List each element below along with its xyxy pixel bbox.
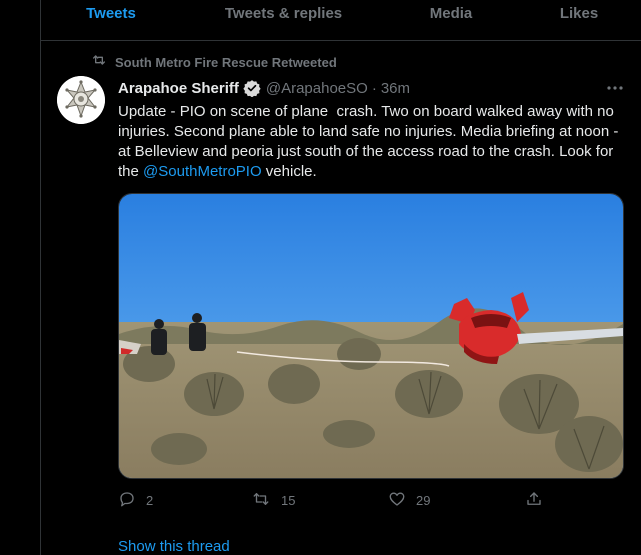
- retweet-count: 15: [281, 492, 296, 508]
- heart-icon: [388, 490, 406, 511]
- more-options-icon[interactable]: [603, 78, 627, 98]
- reply-button[interactable]: 2: [118, 489, 153, 511]
- sheriff-badge-icon: [57, 76, 105, 124]
- tweet-text-part: vehicle.: [261, 163, 317, 180]
- retweet-icon: [91, 52, 107, 73]
- tab-likes[interactable]: Likes: [516, 0, 641, 40]
- tweet-photo[interactable]: [118, 193, 624, 479]
- timeline-column: Tweets Tweets & replies Media Likes Sout…: [40, 0, 641, 555]
- like-button[interactable]: 29: [388, 489, 430, 511]
- retweet-label: South Metro Fire Rescue Retweeted: [115, 54, 337, 70]
- retweet-icon: [251, 490, 271, 511]
- share-icon: [525, 490, 543, 511]
- like-count: 29: [416, 492, 431, 508]
- mention-link[interactable]: @SouthMetroPIO: [143, 163, 262, 180]
- tab-media[interactable]: Media: [386, 0, 516, 40]
- tab-tweets-and-replies[interactable]: Tweets & replies: [181, 0, 386, 40]
- reply-icon: [118, 490, 136, 511]
- separator-dot: ·: [371, 79, 377, 97]
- reply-count: 2: [146, 492, 154, 508]
- share-button[interactable]: [525, 489, 543, 511]
- verified-badge-icon: [243, 79, 261, 97]
- tab-tweets[interactable]: Tweets: [41, 0, 181, 40]
- show-thread-link[interactable]: Show this thread: [118, 538, 230, 555]
- profile-tabs: Tweets Tweets & replies Media Likes: [41, 0, 641, 41]
- tweet-timestamp[interactable]: 36m: [381, 80, 410, 97]
- tweet-header: Arapahoe Sheriff @ArapahoeSO · 36m: [118, 77, 410, 99]
- tweet-text: Update - PIO on scene of plane crash. Tw…: [118, 102, 628, 182]
- retweet-context[interactable]: South Metro Fire Rescue Retweeted: [91, 53, 337, 71]
- author-handle[interactable]: @ArapahoeSO: [266, 80, 368, 97]
- retweet-button[interactable]: 15: [251, 489, 295, 511]
- tweet-actions: 2 15 29: [118, 489, 623, 511]
- avatar[interactable]: [57, 76, 105, 124]
- author-name[interactable]: Arapahoe Sheriff: [118, 80, 239, 97]
